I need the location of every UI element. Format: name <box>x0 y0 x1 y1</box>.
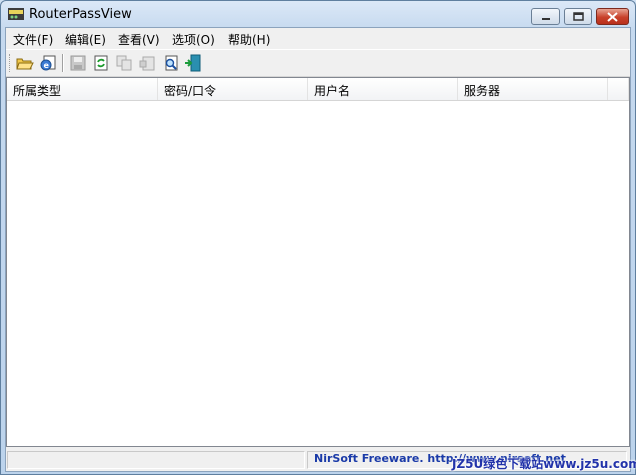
menu-edit[interactable]: 编辑(E) <box>65 31 106 48</box>
exit-icon <box>185 54 201 72</box>
copy-button[interactable] <box>114 53 134 73</box>
menu-help[interactable]: 帮助(H) <box>228 31 270 48</box>
toolbar-grip[interactable] <box>9 54 13 72</box>
title-bar[interactable]: RouterPassView <box>1 1 635 29</box>
maximize-button[interactable] <box>564 8 592 25</box>
column-header-server[interactable]: 服务器 <box>458 78 608 100</box>
menu-bar: 文件(F) 编辑(E) 查看(V) 选项(O) 帮助(H) <box>6 28 630 48</box>
maximize-icon <box>572 12 584 21</box>
svg-text:e: e <box>44 61 50 70</box>
toolbar-separator <box>62 54 64 72</box>
copy-icon <box>116 55 132 71</box>
close-icon <box>607 11 618 22</box>
save-button[interactable] <box>68 53 88 73</box>
ie-page-icon: e <box>40 55 56 71</box>
column-header-type[interactable]: 所属类型 <box>7 78 158 100</box>
column-header-username[interactable]: 用户名 <box>308 78 458 100</box>
find-button[interactable] <box>161 53 181 73</box>
menu-view[interactable]: 查看(V) <box>118 31 160 48</box>
properties-icon <box>139 56 155 71</box>
list-header: 所属类型 密码/口令 用户名 服务器 <box>7 78 629 101</box>
menu-file[interactable]: 文件(F) <box>13 31 53 48</box>
status-pane-count <box>7 451 305 469</box>
window-title: RouterPassView <box>29 7 132 22</box>
minimize-icon <box>541 17 550 20</box>
column-header-filler <box>608 78 629 100</box>
ie-button[interactable]: e <box>38 53 58 73</box>
toolbar: e <box>6 49 630 77</box>
find-icon <box>165 55 178 71</box>
column-header-password[interactable]: 密码/口令 <box>158 78 308 100</box>
save-icon <box>70 55 86 71</box>
open-button[interactable] <box>15 53 35 73</box>
app-window: RouterPassView 文件(F) 编辑(E) 查看(V) 选项(O) 帮… <box>0 0 636 475</box>
close-button[interactable] <box>596 8 629 25</box>
router-key-icon <box>8 8 24 20</box>
refresh-icon <box>94 55 108 71</box>
properties-button[interactable] <box>137 53 157 73</box>
password-list[interactable]: 所属类型 密码/口令 用户名 服务器 <box>6 77 630 447</box>
minimize-button[interactable] <box>531 8 560 25</box>
open-folder-icon <box>16 58 34 70</box>
refresh-button[interactable] <box>91 53 111 73</box>
exit-button[interactable] <box>183 53 203 73</box>
client-area: 文件(F) 编辑(E) 查看(V) 选项(O) 帮助(H) e 所属类型 密码/… <box>5 27 631 472</box>
menu-options[interactable]: 选项(O) <box>172 31 215 48</box>
site-watermark: JZ5U绿色下载站www.jz5u.com <box>452 457 636 471</box>
